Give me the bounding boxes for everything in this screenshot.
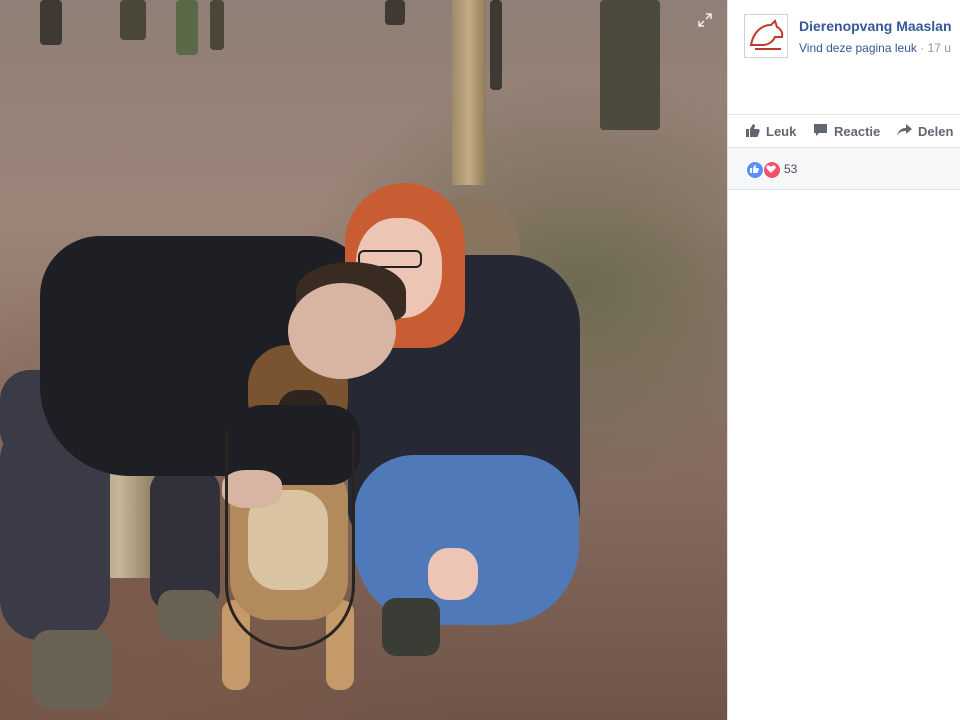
person-leg (150, 470, 220, 610)
share-icon (897, 123, 912, 140)
shoe (158, 590, 218, 640)
shoe (32, 630, 112, 708)
tree-trunk (490, 0, 502, 90)
like-page-link[interactable]: Vind deze pagina leuk (799, 41, 917, 55)
thumbs-up-icon (745, 123, 760, 140)
share-button[interactable]: Delen (897, 123, 953, 140)
tree-trunk (210, 0, 224, 50)
like-reaction-icon (746, 161, 764, 179)
hand (428, 548, 478, 600)
tree-trunk (600, 0, 660, 130)
love-reaction-icon (763, 161, 781, 179)
like-button[interactable]: Leuk (745, 123, 796, 140)
comment-button[interactable]: Reactie (813, 123, 880, 140)
boot (382, 598, 440, 656)
post-header: Dierenopvang Maaslan Vind deze pagina le… (744, 14, 960, 62)
post-photo[interactable] (0, 0, 727, 720)
wooden-post (452, 0, 486, 185)
comment-label: Reactie (834, 124, 881, 139)
comment-icon (813, 123, 828, 140)
tree-trunk (40, 0, 62, 45)
tree-trunk (176, 0, 198, 55)
post-subline: Vind deze pagina leuk · 17 u (799, 41, 951, 55)
person-face (288, 283, 396, 379)
tree-trunk (385, 0, 405, 25)
like-label: Leuk (766, 124, 797, 139)
leash (225, 430, 355, 650)
post-sidebar: Dierenopvang Maaslan Vind deze pagina le… (727, 0, 960, 720)
separator: · (920, 41, 925, 55)
expand-icon[interactable] (697, 12, 713, 28)
reactions-summary[interactable]: 53 (728, 148, 960, 190)
page-name-link[interactable]: Dierenopvang Maaslan (799, 18, 952, 34)
post-actions-bar: Leuk Reactie Delen (728, 114, 960, 148)
dog-logo-icon (749, 19, 784, 50)
reaction-count[interactable]: 53 (784, 162, 797, 176)
page-avatar[interactable] (744, 14, 788, 58)
post-timestamp[interactable]: 17 u (928, 41, 951, 55)
tree-trunk (120, 0, 146, 40)
share-label: Delen (918, 124, 954, 139)
